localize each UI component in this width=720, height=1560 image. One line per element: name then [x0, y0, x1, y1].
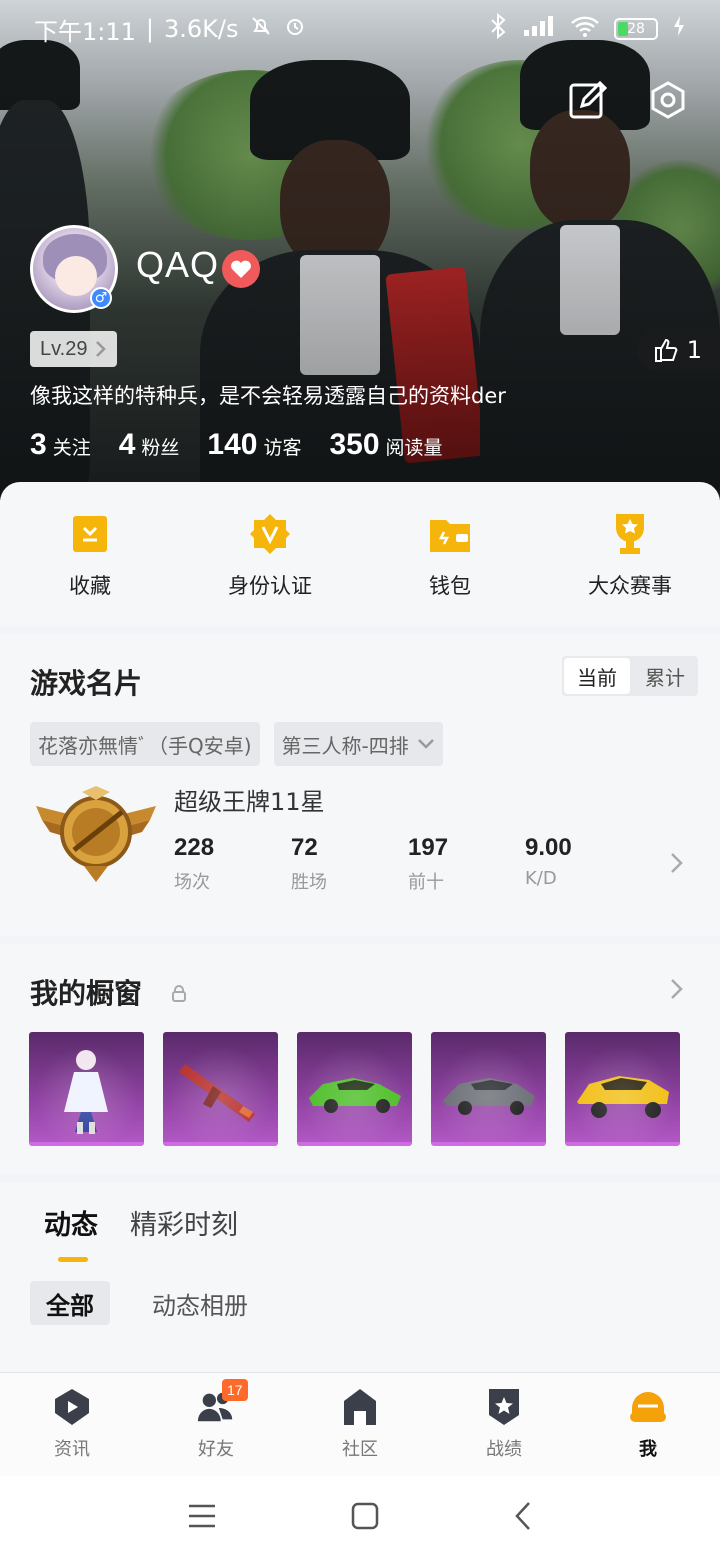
level-text: Lv.29 [40, 337, 88, 360]
chevron-right-icon [96, 341, 107, 357]
wifi-icon [570, 14, 600, 44]
mute-bell-icon [249, 14, 273, 44]
nav-item-records[interactable]: 战绩 [432, 1373, 576, 1476]
gear-icon [651, 81, 685, 119]
profile-bio: 像我这样的特种兵，是不会轻易透露自己的资料der [30, 384, 506, 408]
bookmark-icon [68, 512, 112, 556]
friends-badge: 17 [222, 1379, 248, 1401]
game-card-detail-button[interactable] [670, 852, 684, 878]
edit-icon [569, 80, 608, 119]
header-actions [566, 78, 690, 122]
shortcut-events[interactable]: 大众赛事 [540, 482, 720, 626]
feed-subtabs: 全部 动态相册 [30, 1281, 264, 1325]
game-card-section: 游戏名片 当前 累计 花落亦無情ﾞ（手Q安卓) 第三人称-四排 超级王牌11星 … [0, 634, 720, 936]
showcase-item-outfit[interactable] [29, 1032, 144, 1146]
showcase-more-button[interactable] [670, 978, 684, 1004]
rank-emblem-icon [34, 784, 158, 884]
heart-badge-icon[interactable] [222, 250, 260, 288]
male-gender-icon: ♂ [90, 287, 112, 309]
stat-followers[interactable]: 4 粉丝 [119, 428, 180, 462]
wallet-icon [428, 512, 472, 556]
nav-item-community[interactable]: 社区 [288, 1373, 432, 1476]
shortcut-bar: 收藏 身份认证 钱包 大众赛事 [0, 482, 720, 626]
showcase-item-yellow-suv[interactable] [565, 1032, 680, 1146]
game-metrics: 228 场次 72 胜场 197 前十 9.00 K/D [174, 834, 642, 894]
verify-badge-icon [248, 512, 292, 556]
stat-reads[interactable]: 350 阅读量 [329, 428, 442, 462]
toggle-cumulative[interactable]: 累计 [632, 656, 698, 696]
system-navigation-bar [0, 1476, 720, 1560]
tab-posts[interactable]: 动态 [44, 1203, 98, 1262]
shortcut-favorites[interactable]: 收藏 [0, 482, 180, 626]
feed-section: 动态 精彩时刻 全部 动态相册 [0, 1183, 720, 1373]
stat-following[interactable]: 3 关注 [30, 428, 91, 462]
stats-range-toggle: 当前 累计 [562, 656, 698, 696]
showcase-item-green-car[interactable] [297, 1032, 412, 1146]
chevron-right-icon [671, 853, 683, 873]
game-card-title: 游戏名片 [30, 667, 143, 700]
metric-wins: 72 胜场 [291, 834, 327, 893]
account-selector[interactable]: 花落亦無情ﾞ（手Q安卓) [30, 722, 260, 766]
back-arrow-icon [515, 1502, 530, 1530]
showcase-item-gray-car[interactable] [431, 1032, 546, 1146]
back-button[interactable] [513, 1501, 533, 1535]
subtab-album[interactable]: 动态相册 [136, 1281, 264, 1325]
level-badge[interactable]: Lv.29 [30, 331, 118, 367]
status-time: 下午1:11 [34, 17, 136, 46]
toggle-current[interactable]: 当前 [564, 658, 630, 694]
bottom-nav: 资讯 17 好友 社区 战绩 我 [0, 1372, 720, 1476]
chevron-right-icon [671, 979, 683, 999]
news-icon [52, 1387, 92, 1427]
menu-button[interactable] [187, 1503, 217, 1533]
home-button[interactable] [351, 1502, 379, 1534]
menu-icon [189, 1504, 215, 1528]
feed-tabs: 动态 精彩时刻 [44, 1203, 238, 1262]
alarm-icon [283, 14, 307, 44]
game-filters: 花落亦無情ﾞ（手Q安卓) 第三人称-四排 [30, 722, 443, 766]
home-square-icon [351, 1502, 379, 1530]
metric-matches: 228 场次 [174, 834, 215, 893]
stat-visitors[interactable]: 140 访客 [207, 428, 301, 462]
nav-item-me[interactable]: 我 [576, 1373, 720, 1476]
settings-button[interactable] [646, 78, 690, 122]
subtab-all[interactable]: 全部 [30, 1281, 110, 1325]
profile-stats: 3 关注 4 粉丝 140 访客 350 阅读量 [30, 428, 443, 462]
status-bar: 下午1:11 | 3.6K/s 28 [0, 0, 720, 58]
record-icon [484, 1387, 524, 1427]
battery-icon: 28 [614, 18, 658, 40]
rank-title: 超级王牌11星 [174, 788, 325, 816]
like-button[interactable]: 1 [636, 328, 720, 372]
metric-top-ten: 197 前十 [408, 834, 449, 893]
shortcut-wallet[interactable]: 钱包 [360, 482, 540, 626]
showcase-section: 我的橱窗 [0, 944, 720, 1174]
mode-dropdown[interactable]: 第三人称-四排 [273, 722, 443, 766]
showcase-items [29, 1032, 680, 1146]
username: QAQ [136, 244, 220, 285]
metric-kd: 9.00 K/D [525, 834, 572, 889]
trophy-icon [608, 512, 652, 556]
me-helmet-icon [628, 1387, 668, 1427]
signal-icon [522, 14, 556, 44]
charging-icon [672, 15, 686, 43]
edit-profile-button[interactable] [566, 78, 610, 122]
shortcut-identity[interactable]: 身份认证 [180, 482, 360, 626]
bluetooth-icon [488, 12, 508, 45]
active-tab-indicator [58, 1257, 88, 1262]
network-speed: 3.6K/s [164, 15, 239, 43]
showcase-item-rifle[interactable] [163, 1032, 278, 1146]
nav-item-news[interactable]: 资讯 [0, 1373, 144, 1476]
like-count: 1 [686, 336, 702, 364]
community-icon [340, 1387, 380, 1427]
chevron-down-icon [417, 739, 434, 749]
thumbs-up-icon [654, 338, 678, 362]
lock-icon [170, 984, 188, 1006]
tab-highlights[interactable]: 精彩时刻 [130, 1203, 238, 1242]
showcase-title: 我的橱窗 [30, 977, 143, 1010]
nav-item-friends[interactable]: 17 好友 [144, 1373, 288, 1476]
